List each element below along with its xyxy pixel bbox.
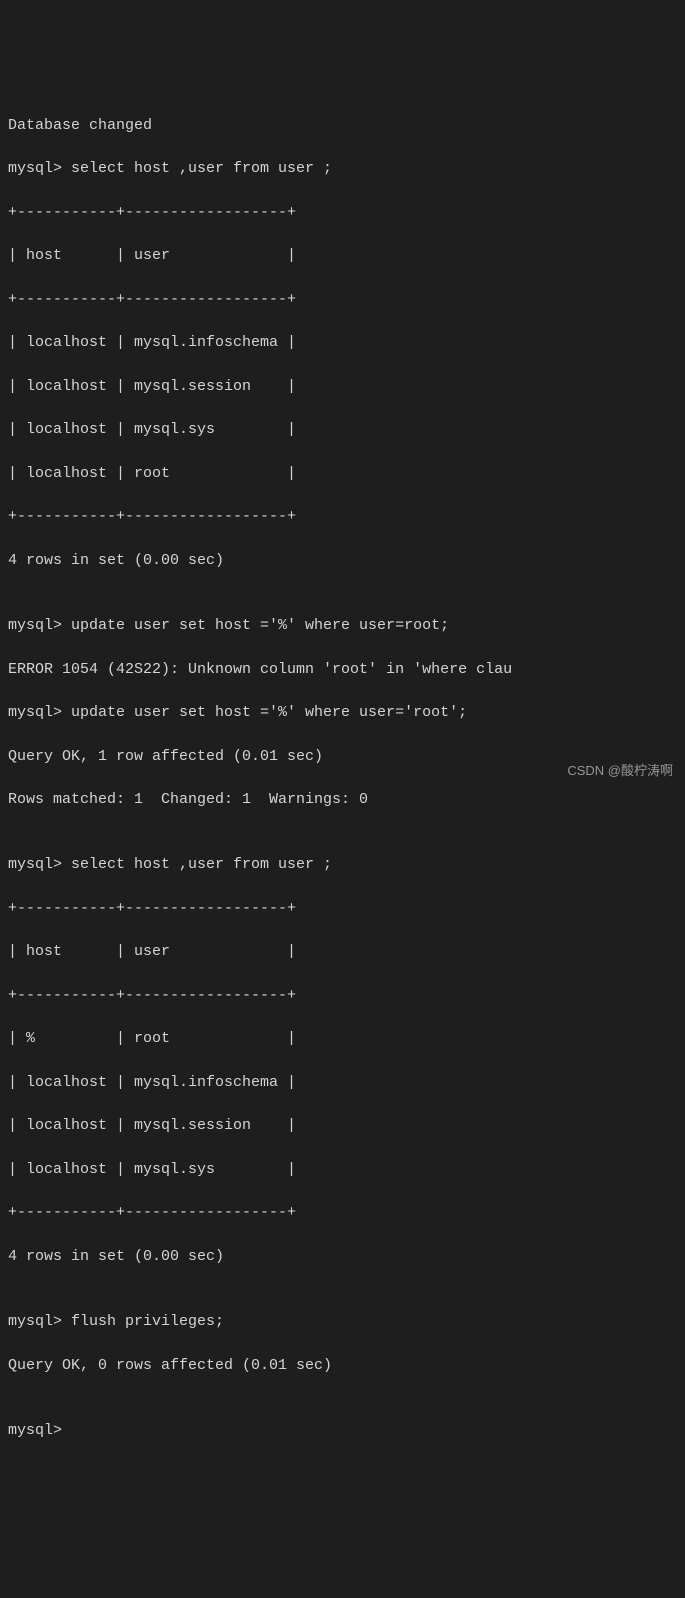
table-border: +-----------+------------------+ (8, 898, 677, 920)
output-line: Database changed (8, 115, 677, 137)
result-line: Rows matched: 1 Changed: 1 Warnings: 0 (8, 789, 677, 811)
prompt-line: mysql> flush privileges; (8, 1311, 677, 1333)
table-border: +-----------+------------------+ (8, 202, 677, 224)
result-summary: 4 rows in set (0.00 sec) (8, 550, 677, 572)
result-line: Query OK, 0 rows affected (0.01 sec) (8, 1355, 677, 1377)
table-border: +-----------+------------------+ (8, 506, 677, 528)
table-row: | localhost | mysql.session | (8, 1115, 677, 1137)
table-row: | % | root | (8, 1028, 677, 1050)
table-border: +-----------+------------------+ (8, 1202, 677, 1224)
prompt-line: mysql> (8, 1420, 677, 1442)
table-border: +-----------+------------------+ (8, 289, 677, 311)
table-border: +-----------+------------------+ (8, 985, 677, 1007)
error-line: ERROR 1054 (42S22): Unknown column 'root… (8, 659, 677, 681)
table-row: | localhost | mysql.infoschema | (8, 1072, 677, 1094)
table-row: | localhost | mysql.sys | (8, 419, 677, 441)
table-row: | localhost | root | (8, 463, 677, 485)
result-summary: 4 rows in set (0.00 sec) (8, 1246, 677, 1268)
table-header: | host | user | (8, 245, 677, 267)
table-row: | localhost | mysql.session | (8, 376, 677, 398)
prompt-line: mysql> select host ,user from user ; (8, 854, 677, 876)
table-row: | localhost | mysql.sys | (8, 1159, 677, 1181)
prompt-line: mysql> update user set host ='%' where u… (8, 702, 677, 724)
table-row: | localhost | mysql.infoschema | (8, 332, 677, 354)
table-header: | host | user | (8, 941, 677, 963)
prompt-line: mysql> select host ,user from user ; (8, 158, 677, 180)
prompt-line: mysql> update user set host ='%' where u… (8, 615, 677, 637)
watermark-text: CSDN @酸柠涛啊 (567, 762, 673, 781)
